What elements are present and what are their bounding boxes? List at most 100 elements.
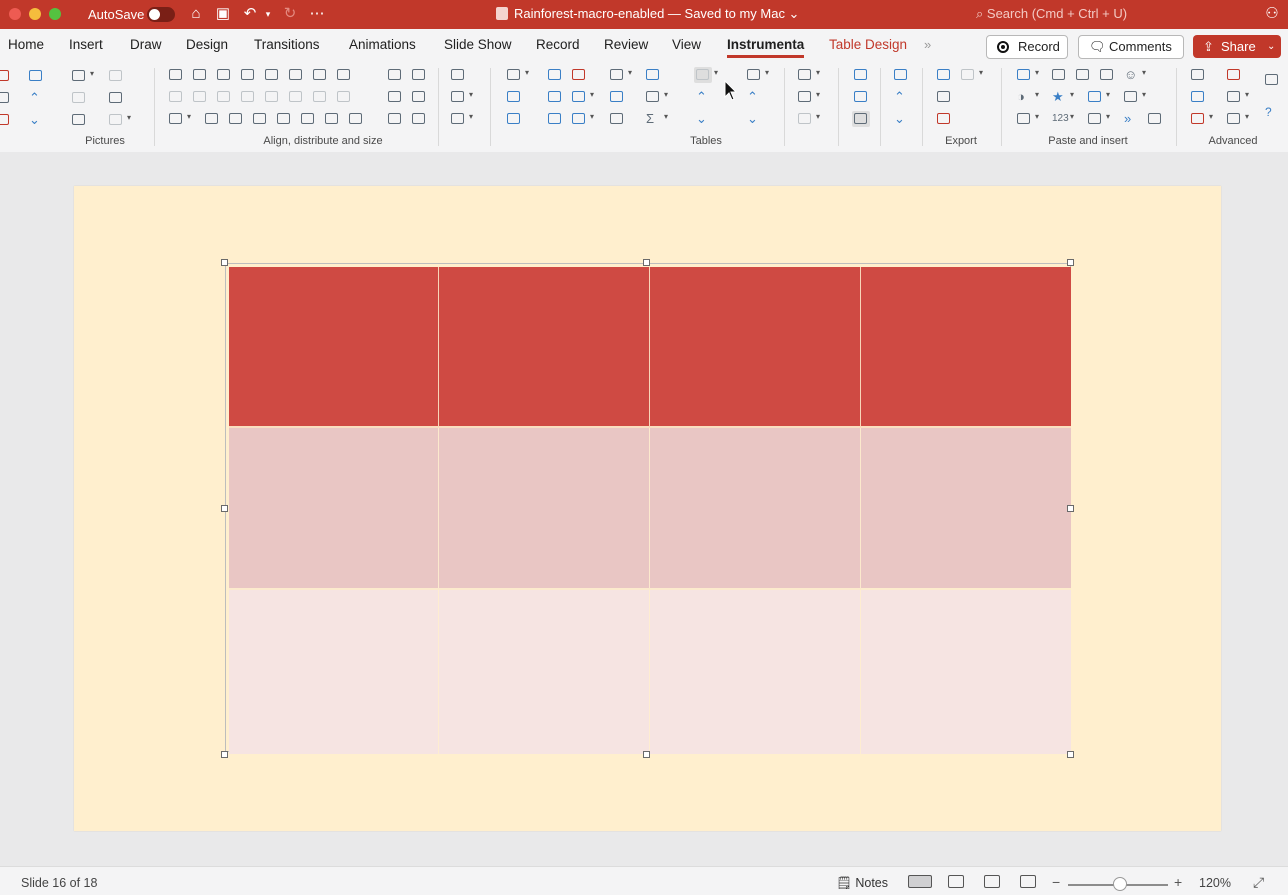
size-tool-icon[interactable] — [227, 111, 245, 127]
undo-icon[interactable]: ↶ — [240, 4, 260, 24]
size-tool-icon[interactable] — [191, 89, 209, 105]
size-tool-icon[interactable] — [251, 111, 269, 127]
table-cell[interactable] — [229, 428, 439, 590]
tab-home[interactable]: Home — [8, 37, 44, 52]
distribute-icon[interactable] — [335, 67, 353, 83]
fit-to-window-icon[interactable]: ⤢ — [1253, 874, 1264, 891]
size-tool-icon[interactable] — [275, 111, 293, 127]
emoji-icon[interactable]: ☺ ▾ — [1122, 67, 1146, 83]
resize-handle-bottom-left[interactable] — [221, 751, 228, 758]
calendar-icon[interactable] — [1074, 67, 1092, 83]
resize-handle-bottom[interactable] — [643, 751, 650, 758]
save-icon[interactable]: ▣ — [213, 4, 233, 24]
more-tabs-chevron-icon[interactable]: » — [924, 37, 931, 52]
export-tool-icon[interactable]: ▾ — [959, 67, 983, 83]
redo-icon[interactable]: ↻ — [280, 4, 300, 24]
export-icon[interactable] — [935, 67, 953, 83]
align-bottom-icon[interactable] — [239, 67, 257, 83]
table-cell[interactable] — [439, 428, 650, 590]
chevron-up-icon[interactable]: ⌃ — [694, 89, 712, 105]
advanced-tool-icon[interactable] — [1189, 89, 1207, 105]
size-tool-icon[interactable] — [347, 111, 365, 127]
tab-view[interactable]: View — [672, 37, 701, 52]
distribute-tool-icon[interactable] — [386, 111, 404, 127]
chevron-down-icon[interactable]: ⌄ — [745, 111, 763, 127]
ribbon-tool-icon[interactable] — [0, 90, 12, 106]
table-tool-icon[interactable] — [505, 111, 523, 127]
ribbon-tool-icon[interactable] — [0, 68, 12, 84]
export-pdf-icon[interactable] — [935, 111, 953, 127]
text-align-icon[interactable] — [852, 89, 870, 105]
size-tool-icon[interactable] — [287, 89, 305, 105]
zoom-slider-handle[interactable] — [1113, 877, 1127, 891]
picture-tool-icon[interactable] — [70, 90, 88, 106]
tab-instrumenta[interactable]: Instrumenta — [727, 37, 805, 58]
crop-icon[interactable]: ▾ — [70, 68, 94, 84]
resize-handle-top-right[interactable] — [1067, 259, 1074, 266]
table-cell[interactable] — [439, 590, 650, 754]
fill-color-icon[interactable]: ▾ — [796, 67, 820, 83]
insert-tool-icon[interactable]: ▾ — [1086, 89, 1110, 105]
chevron-down-icon[interactable]: ⌄ — [27, 112, 45, 128]
document-title[interactable]: Rainforest-macro-enabled — Saved to my M… — [496, 6, 799, 22]
resize-handle-top[interactable] — [643, 259, 650, 266]
size-tool-icon[interactable] — [167, 89, 185, 105]
table-tool-icon[interactable] — [608, 111, 626, 127]
table[interactable] — [225, 263, 1071, 754]
contrast-icon[interactable]: ◑ ▾ — [1015, 89, 1039, 105]
tag-icon[interactable]: ▾ — [1225, 89, 1249, 105]
numbering-icon[interactable]: 123 ▾ — [1050, 111, 1074, 127]
align-top-icon[interactable] — [287, 67, 305, 83]
tab-insert[interactable]: Insert — [69, 37, 103, 52]
align-middle-icon[interactable] — [311, 67, 329, 83]
table-tool-icon[interactable] — [608, 89, 626, 105]
tab-draw[interactable]: Draw — [130, 37, 162, 52]
chevron-down-icon[interactable]: ⌄ — [892, 111, 910, 127]
barcode-icon[interactable] — [1146, 111, 1164, 127]
align-left-icon[interactable] — [167, 67, 185, 83]
table-tool-icon[interactable]: ▾ — [570, 89, 594, 105]
size-tool-icon[interactable] — [299, 111, 317, 127]
borders-icon[interactable]: ▾ — [796, 111, 820, 127]
table-tool-icon[interactable]: ▾ — [608, 67, 632, 83]
star-icon[interactable]: ★ ▾ — [1050, 89, 1074, 105]
resize-handle-right[interactable] — [1067, 505, 1074, 512]
table-tool-icon[interactable] — [505, 89, 523, 105]
comments-button[interactable]: 🗨 Comments — [1078, 35, 1184, 59]
ribbon-tool-icon[interactable] — [892, 67, 910, 83]
table-icon[interactable]: ▾ — [505, 67, 529, 83]
table-merge-icon[interactable] — [546, 67, 564, 83]
sum-icon[interactable]: Σ ▾ — [644, 111, 668, 127]
zoom-in-icon[interactable]: + — [1174, 874, 1182, 890]
insert-tool-icon[interactable]: ▾ — [1122, 89, 1146, 105]
ribbon-tool-icon[interactable] — [0, 112, 12, 128]
table-tool-icon[interactable] — [644, 67, 662, 83]
eraser-icon[interactable]: ▾ — [1189, 111, 1213, 127]
resize-handle-top-left[interactable] — [221, 259, 228, 266]
table-cell[interactable] — [439, 267, 650, 428]
tab-record[interactable]: Record — [536, 37, 580, 52]
insert-tool-icon[interactable]: ▾ — [1015, 67, 1039, 83]
tab-table-design[interactable]: Table Design — [829, 37, 907, 52]
collaborate-icon[interactable]: ⚇ — [1262, 4, 1282, 24]
table-tool-icon[interactable] — [546, 111, 564, 127]
more-icon[interactable]: ⋯ — [307, 4, 327, 24]
picture-frame-icon[interactable] — [107, 90, 125, 106]
distribute-tool-icon[interactable] — [410, 67, 428, 83]
insert-tool-icon[interactable]: ▾ — [1086, 111, 1110, 127]
reading-view-icon[interactable] — [984, 875, 1000, 888]
table-cell[interactable] — [229, 590, 439, 754]
grid-icon[interactable] — [449, 67, 467, 83]
size-tool-icon[interactable]: ▾ — [167, 111, 191, 127]
distribute-tool-icon[interactable] — [386, 89, 404, 105]
sticky-note-icon[interactable]: ▾ — [1015, 111, 1039, 127]
advanced-tool-icon[interactable] — [1263, 72, 1281, 88]
close-window-button[interactable] — [9, 8, 21, 20]
align-right-icon[interactable] — [215, 67, 233, 83]
picture-tool-icon[interactable]: ▾ — [107, 112, 131, 128]
forward-icon[interactable]: » — [1122, 111, 1140, 127]
tab-transitions[interactable]: Transitions — [254, 37, 320, 52]
tab-slide-show[interactable]: Slide Show — [444, 37, 512, 52]
search-box[interactable]: ⌕ Search (Cmd + Ctrl + U) — [976, 6, 1127, 22]
size-tool-icon[interactable] — [203, 111, 221, 127]
